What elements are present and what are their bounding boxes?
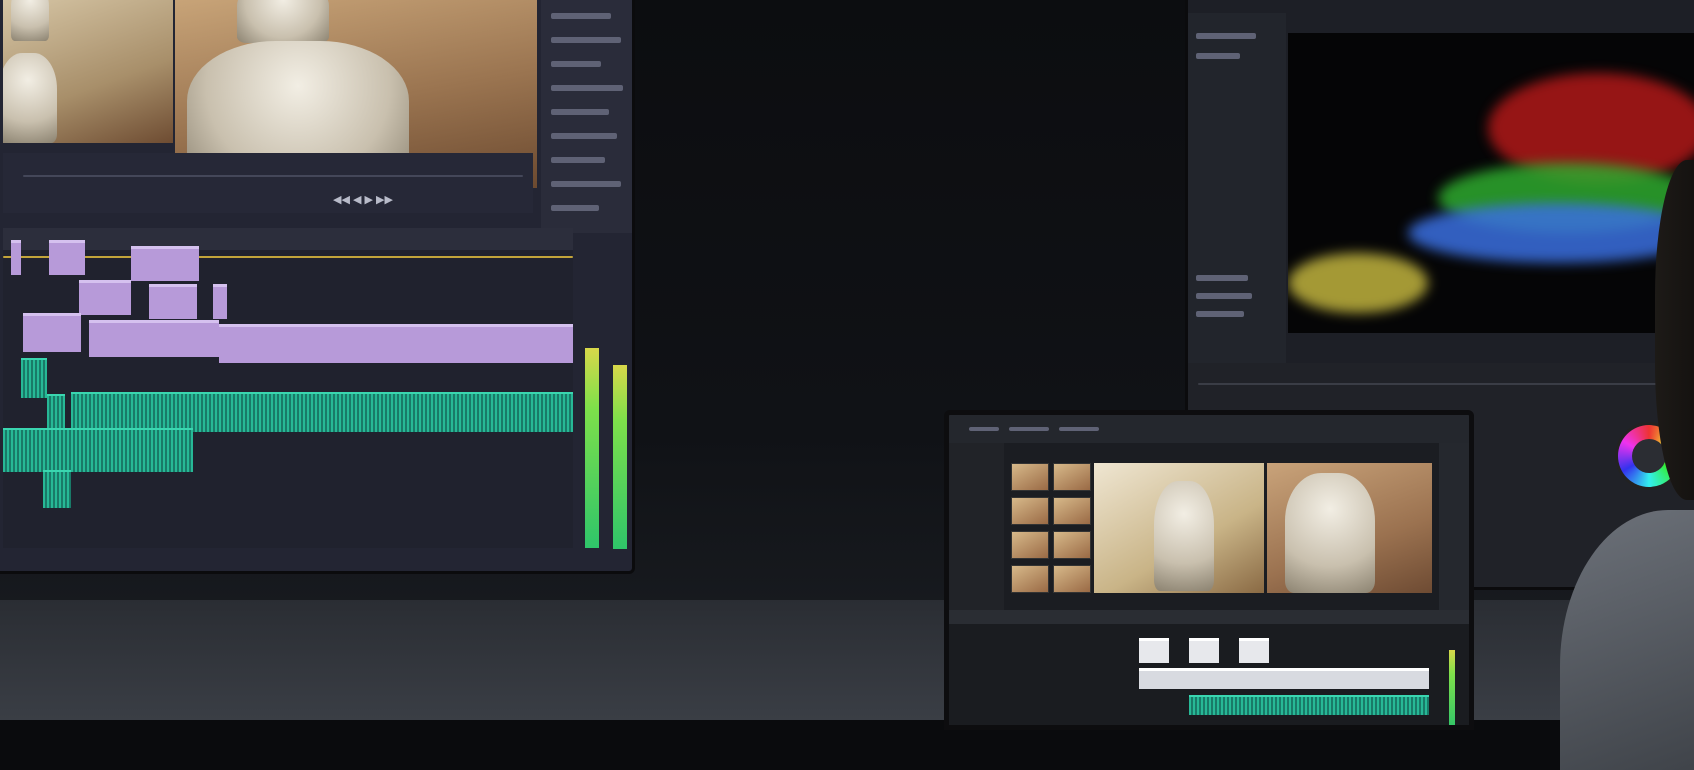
astronaut-figure — [11, 0, 49, 41]
media-thumbnail[interactable] — [1011, 531, 1049, 559]
toolbar — [949, 415, 1469, 443]
inspector-control[interactable] — [551, 157, 605, 163]
scope-blue-trace — [1408, 203, 1694, 263]
program-viewer[interactable] — [1267, 463, 1432, 593]
media-thumbnail[interactable] — [1011, 463, 1049, 491]
timeline[interactable] — [949, 610, 1469, 725]
sidebar-item[interactable] — [1196, 275, 1248, 281]
video-clip[interactable] — [23, 313, 81, 352]
inspector-control[interactable] — [551, 61, 601, 67]
sidebar-item[interactable] — [1196, 311, 1244, 317]
inspector-control[interactable] — [551, 205, 599, 211]
video-clip[interactable] — [219, 324, 573, 363]
audio-meter-right — [613, 365, 627, 549]
grading-divider — [1198, 383, 1694, 385]
astronaut-body — [3, 53, 57, 143]
audio-meter — [1449, 650, 1455, 725]
audio-clip[interactable] — [21, 358, 47, 398]
video-clip[interactable] — [213, 284, 227, 319]
color-sidebar — [1188, 13, 1286, 373]
video-clip[interactable] — [1189, 638, 1219, 663]
audio-meter-left — [585, 348, 599, 548]
source-viewer[interactable] — [3, 0, 173, 143]
toolbar-button[interactable] — [1059, 427, 1099, 431]
source-viewer[interactable] — [1094, 463, 1264, 593]
audio-clip[interactable] — [71, 392, 573, 432]
media-thumbnail[interactable] — [1053, 497, 1091, 525]
front-monitor — [944, 410, 1474, 730]
video-clip[interactable] — [49, 240, 85, 275]
sidebar-item[interactable] — [1196, 53, 1240, 59]
video-clip[interactable] — [131, 246, 199, 281]
sidebar-item[interactable] — [1196, 293, 1252, 299]
timeline-ruler[interactable] — [949, 610, 1469, 624]
scrub-bar[interactable] — [23, 175, 523, 177]
inspector-control[interactable] — [551, 133, 617, 139]
inspector-control[interactable] — [551, 85, 623, 91]
inspector-control[interactable] — [551, 37, 621, 43]
scope-yellow-trace — [1288, 253, 1428, 313]
inspector-control[interactable] — [551, 181, 621, 187]
video-clip[interactable] — [11, 240, 21, 275]
inspector-control[interactable] — [551, 109, 609, 115]
audio-clip[interactable] — [47, 394, 65, 432]
toolbar-button[interactable] — [1009, 427, 1049, 431]
media-thumbnail[interactable] — [1053, 531, 1091, 559]
audio-clip[interactable] — [1189, 695, 1429, 715]
audio-clip[interactable] — [43, 470, 71, 508]
video-clip[interactable] — [79, 280, 131, 315]
astronaut-figure — [1285, 473, 1375, 593]
timeline[interactable] — [3, 228, 573, 548]
video-clip[interactable] — [1239, 638, 1269, 663]
media-thumbnail[interactable] — [1053, 463, 1091, 491]
astronaut-helmet — [237, 0, 329, 43]
audio-clip[interactable] — [3, 428, 193, 472]
play-icon[interactable]: ◀◀ ◀ ▶ ▶▶ — [333, 193, 393, 206]
media-thumbnail[interactable] — [1053, 565, 1091, 593]
folder-icon[interactable] — [969, 427, 999, 431]
left-monitor: ◀◀ ◀ ▶ ▶▶ — [0, 0, 635, 574]
media-thumbnail[interactable] — [1011, 565, 1049, 593]
inspector-panel — [541, 0, 632, 233]
work-area-bar — [3, 256, 573, 258]
waveform-scope — [1288, 33, 1694, 333]
inspector-control[interactable] — [551, 13, 611, 19]
sidebar-item[interactable] — [1196, 33, 1256, 39]
video-clip[interactable] — [1139, 638, 1169, 663]
video-clip[interactable] — [89, 320, 219, 357]
media-thumbnail[interactable] — [1011, 497, 1049, 525]
astronaut-figure — [1154, 481, 1214, 591]
timeline-ruler[interactable] — [3, 228, 573, 250]
transport-bar: ◀◀ ◀ ▶ ▶▶ — [3, 153, 533, 213]
video-clip[interactable] — [149, 284, 197, 319]
video-clip[interactable] — [1139, 668, 1429, 689]
